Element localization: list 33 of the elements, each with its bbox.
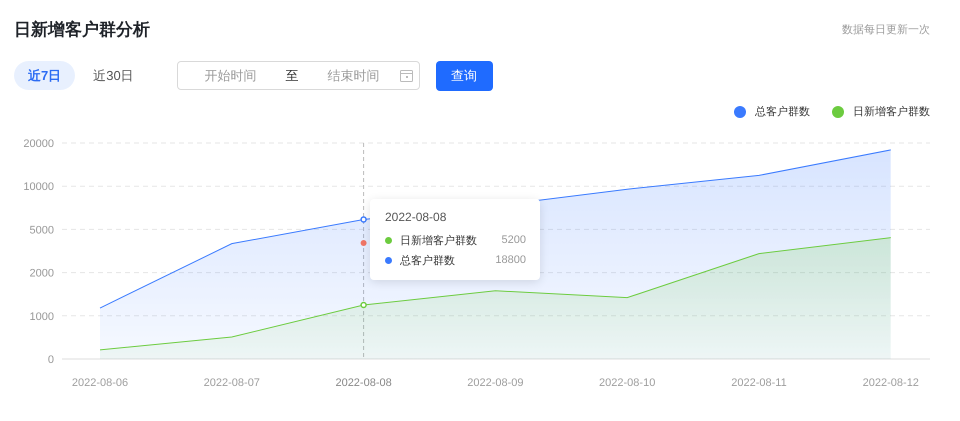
data-point <box>360 302 367 308</box>
end-date-input[interactable]: 结束时间 <box>310 68 397 83</box>
axis-label: 5000 <box>30 224 54 236</box>
axis-label: 2022-08-07 <box>204 377 260 389</box>
range-separator: 至 <box>286 66 299 84</box>
query-button[interactable]: 查询 <box>436 60 493 90</box>
data-point <box>360 240 367 246</box>
axis-label: 10000 <box>23 181 54 194</box>
axis-label: 2022-08-09 <box>467 377 524 389</box>
update-note: 数据每日更新一次 <box>842 22 930 36</box>
axis-label: 2022-08-08 <box>335 377 392 389</box>
axis-label: 2022-08-06 <box>72 377 128 389</box>
range-tab[interactable]: 近30日 <box>79 61 148 90</box>
calendar-icon[interactable] <box>400 70 413 82</box>
axis-label: 0 <box>48 354 54 366</box>
range-tab[interactable]: 近7日 <box>14 61 76 90</box>
data-point <box>360 216 367 223</box>
axis-label: 2022-08-12 <box>862 377 919 389</box>
series-value: 18800 <box>495 254 526 266</box>
legend-label: 日新增客户群数 <box>853 104 930 119</box>
tooltip-date: 2022-08-08 <box>385 210 448 224</box>
axis-label: 1000 <box>30 310 54 323</box>
axis-label: 2022-08-10 <box>599 377 656 389</box>
axis-label: 2000 <box>30 268 54 280</box>
legend-label: 总客户群数 <box>755 104 810 119</box>
series-value: 5200 <box>502 234 526 246</box>
start-date-input[interactable]: 开始时间 <box>188 68 274 83</box>
series-name: 总客户群数 <box>400 254 455 268</box>
series-name: 日新增客户群数 <box>400 234 477 248</box>
axis-label: 2022-08-11 <box>731 377 787 389</box>
axis-label: 20000 <box>23 138 54 150</box>
page-title: 日新增客户群分析 <box>14 18 150 40</box>
date-range-field[interactable]: 开始时间 至 结束时间 <box>176 61 420 90</box>
